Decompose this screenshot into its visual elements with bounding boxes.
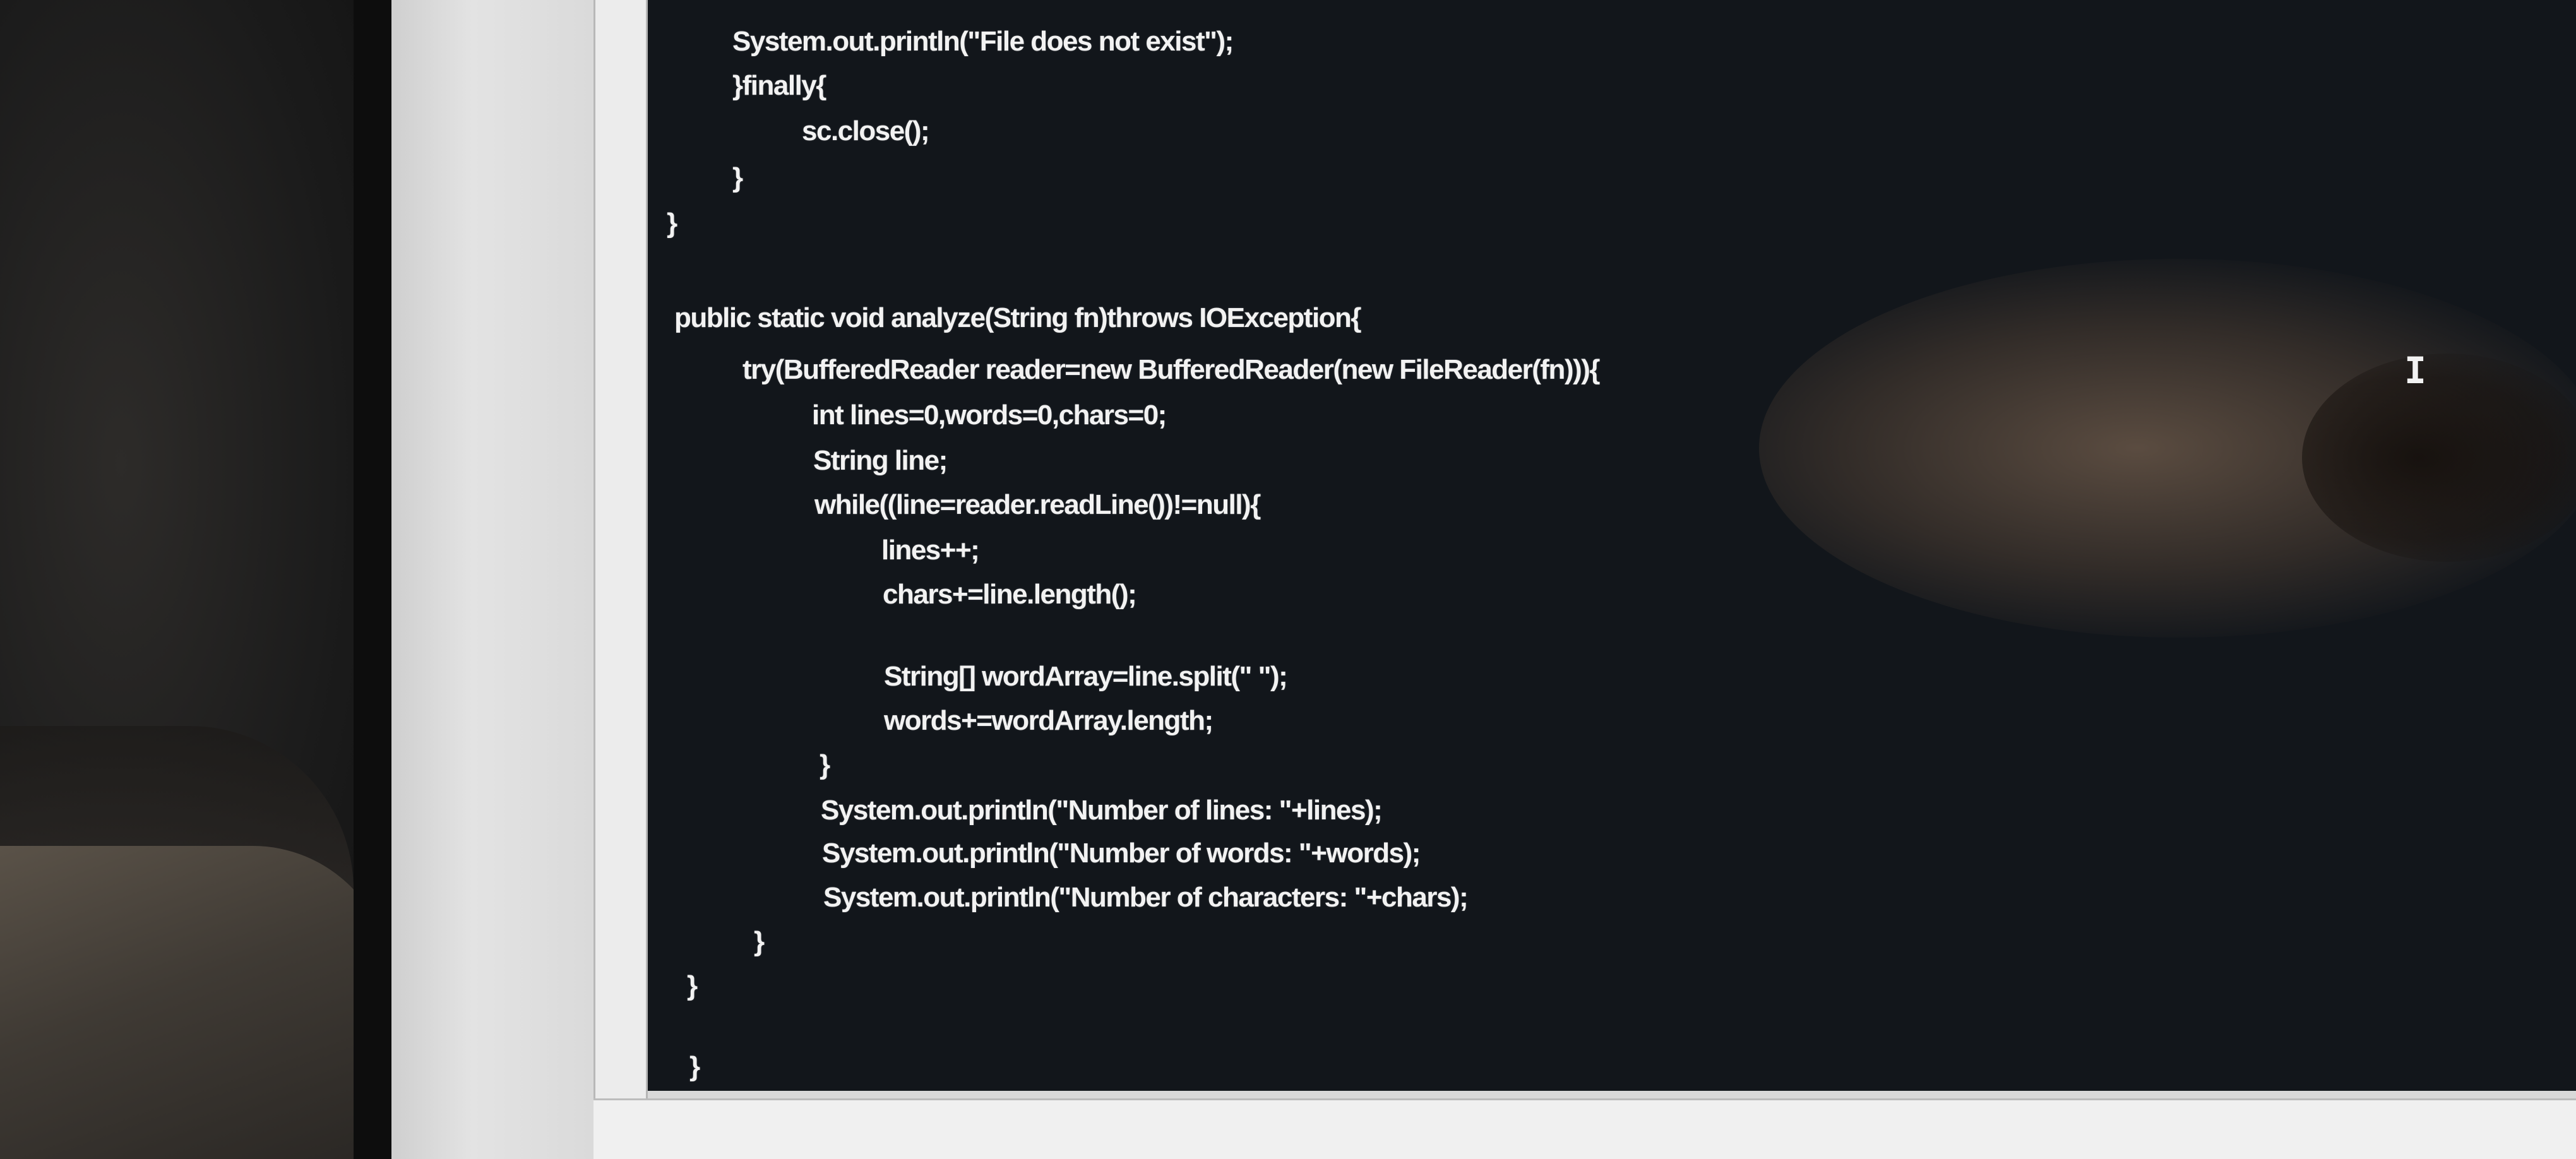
code-line[interactable]: sc.close(); — [802, 112, 930, 150]
code-line[interactable]: } — [820, 746, 830, 784]
code-line[interactable]: lines++; — [881, 532, 980, 569]
code-line[interactable]: } — [732, 159, 743, 197]
code-line[interactable]: String line; — [813, 442, 948, 480]
code-line[interactable]: chars+=line.length(); — [883, 576, 1137, 614]
code-line[interactable]: System.out.println("Number of characters… — [823, 879, 1469, 917]
code-line[interactable]: public static void analyze(String fn)thr… — [674, 299, 1362, 337]
code-line[interactable]: } — [667, 205, 677, 242]
editor-gutter — [595, 0, 648, 1159]
code-line[interactable]: while((line=reader.readLine())!=null){ — [814, 486, 1261, 524]
ide-side-panel[interactable] — [391, 0, 595, 1159]
photo-scene: System.out.println("File does not exist"… — [0, 0, 2576, 1159]
text-cursor-icon: I — [2404, 349, 2426, 392]
fabric — [0, 846, 391, 1159]
code-editor[interactable]: System.out.println("File does not exist"… — [648, 0, 2576, 1091]
editor-bottom-bar — [593, 1098, 2576, 1159]
code-line[interactable]: int lines=0,words=0,chars=0; — [812, 396, 1167, 434]
code-line[interactable]: }finally{ — [732, 67, 826, 105]
code-line[interactable]: } — [754, 923, 765, 961]
code-line[interactable]: } — [687, 967, 698, 1005]
code-line[interactable]: try(BufferedReader reader=new BufferedRe… — [742, 351, 1601, 389]
code-line[interactable]: System.out.println("File does not exist"… — [732, 23, 1234, 61]
code-line[interactable]: System.out.println("Number of lines: "+l… — [821, 792, 1383, 829]
code-line[interactable]: words+=wordArray.length; — [884, 702, 1213, 740]
code-text-area[interactable]: System.out.println("File does not exist"… — [648, 0, 2576, 1091]
code-line[interactable]: System.out.println("Number of words: "+w… — [822, 835, 1421, 872]
code-line[interactable]: String[] wordArray=line.split(" "); — [884, 658, 1288, 696]
code-line[interactable]: } — [689, 1048, 700, 1086]
